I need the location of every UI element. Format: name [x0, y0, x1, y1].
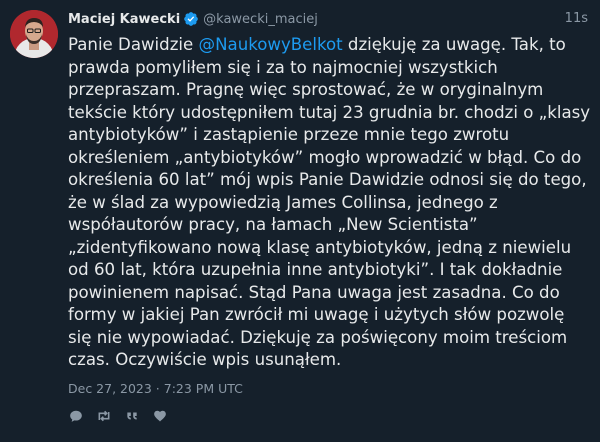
- like-icon[interactable]: [152, 408, 168, 424]
- tweet-actions: [68, 406, 588, 426]
- tweet-body-line: określenia 60 lat” mój wpis Panie Dawidz…: [68, 170, 587, 189]
- avatar-image: [10, 10, 58, 58]
- tweet-body-line: formy w jakiej Pan zwrócił mi uwagę i uż…: [68, 305, 565, 324]
- tweet-body-line: określeniem „antybiotyków” mogło wprowad…: [68, 147, 582, 167]
- verified-badge-icon: [183, 11, 199, 27]
- tweet-body-line: powinienem napisać. Stąd Pana uwaga jest…: [68, 282, 560, 302]
- tweet-body-line: „zidentyfikowano nową klasę antybiotyków…: [68, 237, 572, 257]
- reply-icon[interactable]: [68, 408, 84, 424]
- tweet-timestamp[interactable]: Dec 27, 2023 · 7:23 PM UTC: [68, 380, 588, 398]
- tweet-header: Maciej Kawecki @kawecki_maciej: [68, 9, 588, 29]
- tweet-body-line: się nie wypowiadać. Dziękuję za poświęco…: [68, 327, 568, 347]
- tweet-card: Maciej Kawecki @kawecki_maciej 11s Panie…: [0, 0, 600, 442]
- retweet-icon[interactable]: [96, 408, 112, 424]
- mention-link[interactable]: @NaukowyBelkot: [199, 35, 343, 54]
- author-handle[interactable]: @kawecki_maciej: [203, 12, 318, 27]
- tweet-body: Panie Dawidzie @NaukowyBelkot dziękuję z…: [68, 34, 591, 372]
- tweet-body-line: prawda pomyliłem się i za to najmocniej …: [68, 57, 498, 77]
- tweet-body-line: że w ślad za wypowiedzią James Collinsa,…: [68, 192, 498, 212]
- tweet-body-line: od 60 lat, która uzupełnia inne antybiot…: [68, 260, 563, 279]
- relative-time[interactable]: 11s: [565, 9, 588, 29]
- tweet-body-line: tekście który udostępniłem tutaj 23 grud…: [68, 102, 591, 122]
- tweet-body-line: antybiotyków” i zastąpienie przeze mnie …: [68, 125, 510, 144]
- avatar[interactable]: [10, 10, 58, 58]
- tweet-body-line: przepraszam. Pragnę więc sprostować, że …: [68, 80, 544, 99]
- tweet-content: Maciej Kawecki @kawecki_maciej 11s Panie…: [68, 9, 591, 426]
- tweet-body-line: czas. Oczywiście wpis usunąłem.: [68, 350, 342, 369]
- body-text: dziękuję za uwagę. Tak, to: [342, 35, 566, 54]
- tweet-body-line: Panie Dawidzie @NaukowyBelkot dziękuję z…: [68, 34, 584, 57]
- quote-icon[interactable]: [124, 408, 140, 424]
- tweet-body-line: współautorów pracy, na łamach „New Scien…: [68, 215, 478, 234]
- body-text: Panie Dawidzie: [68, 35, 199, 54]
- author-name[interactable]: Maciej Kawecki: [68, 12, 180, 27]
